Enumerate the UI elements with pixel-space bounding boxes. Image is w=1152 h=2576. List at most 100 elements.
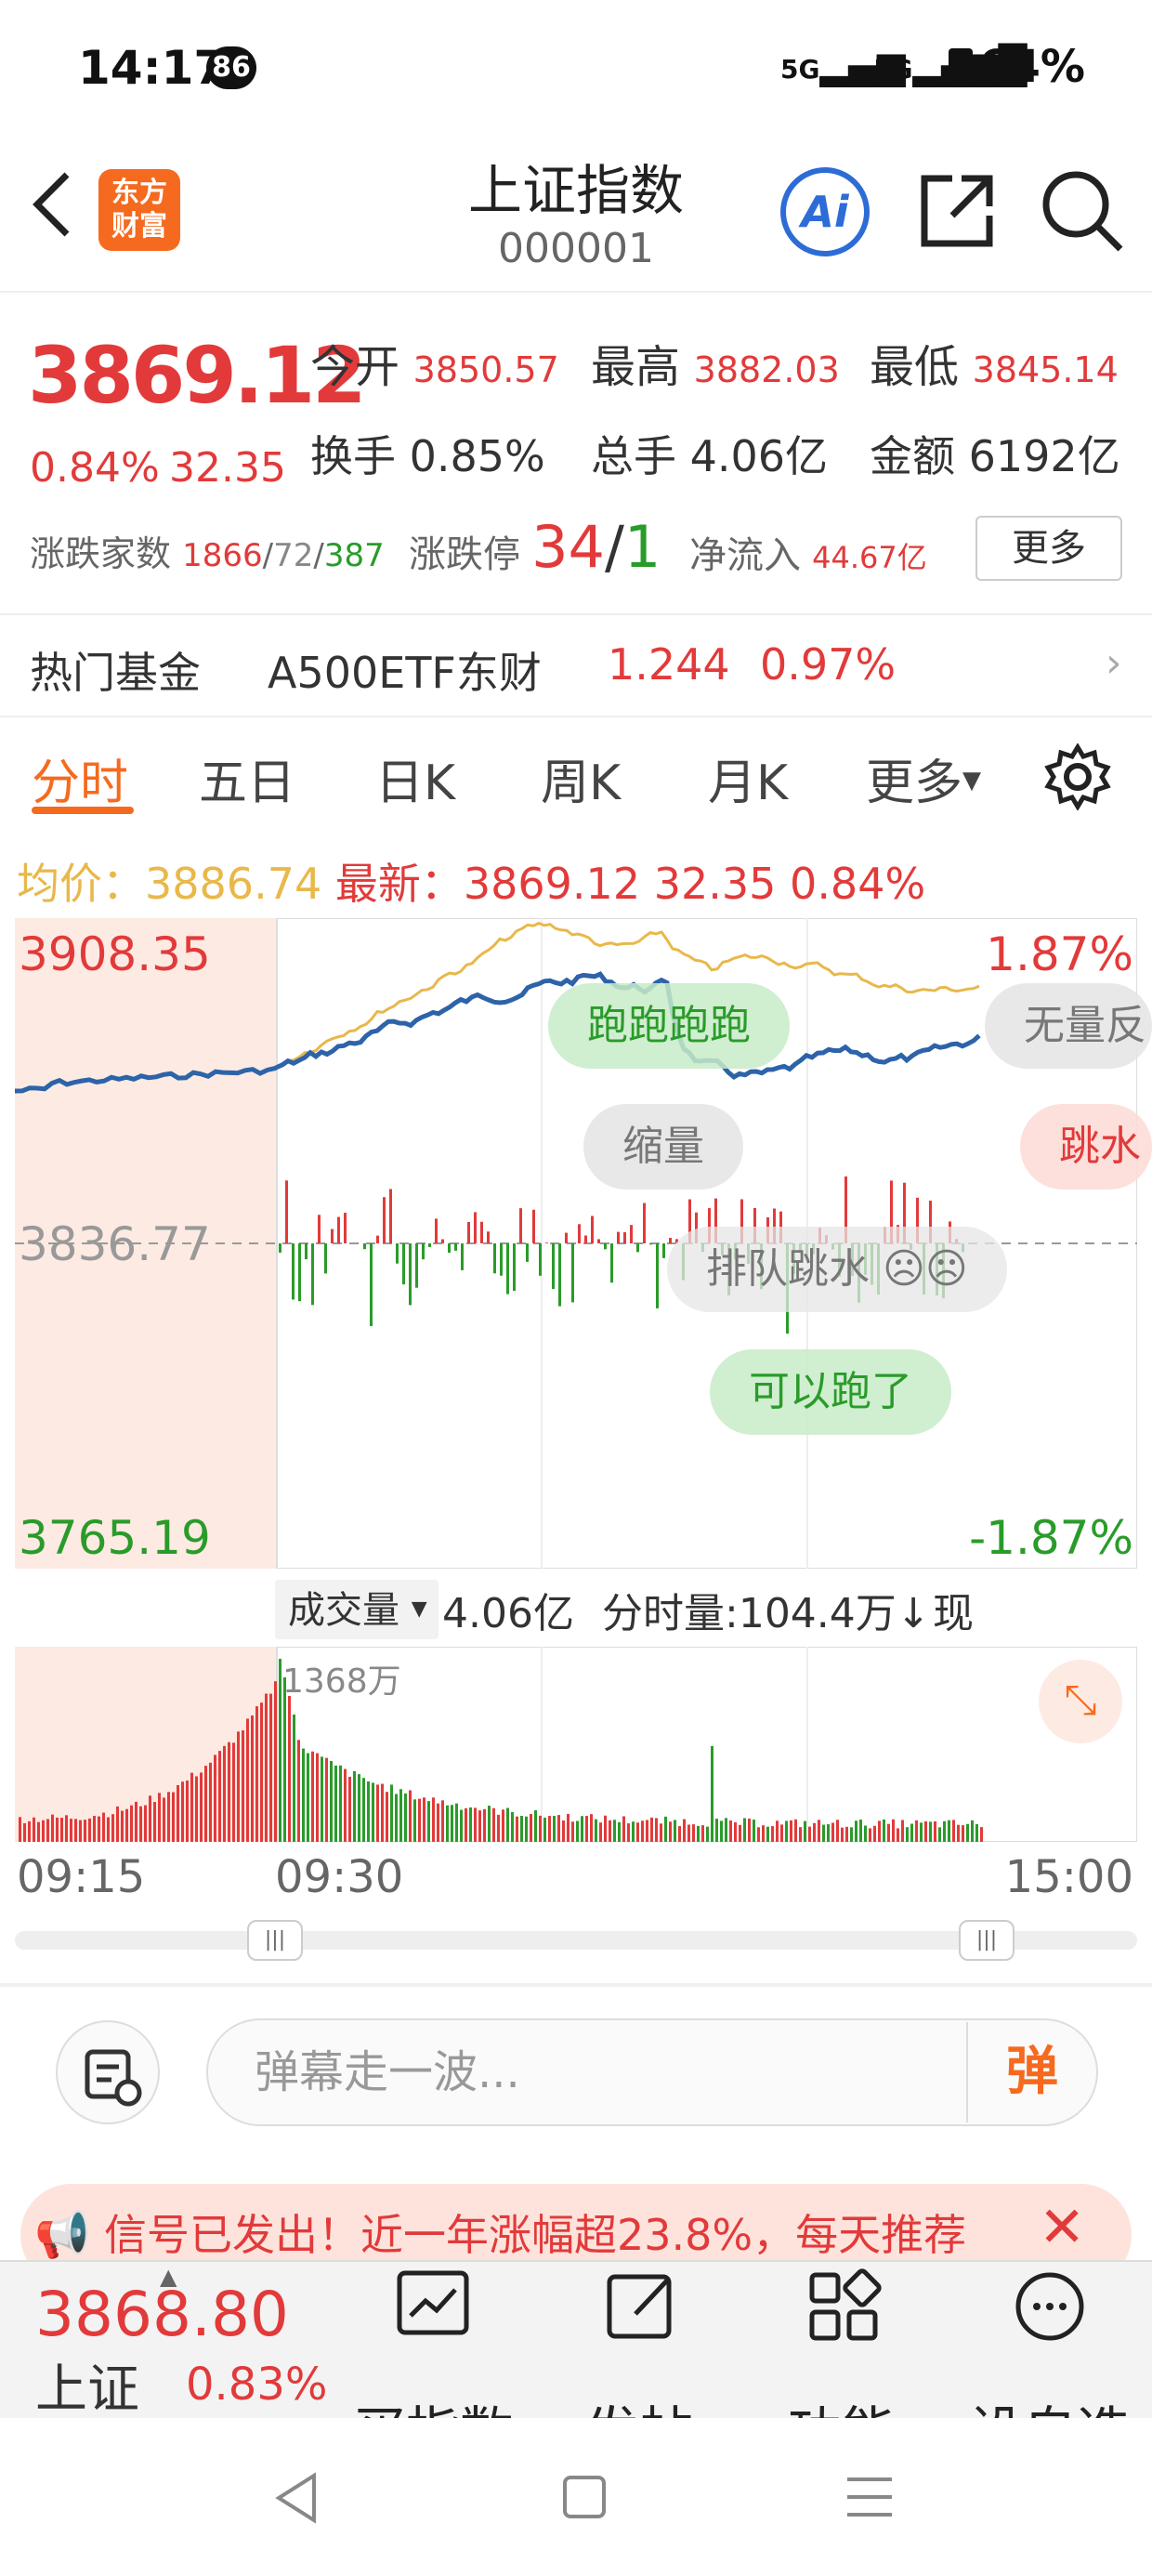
volume-bar — [534, 1809, 537, 1842]
volume-selector[interactable]: 成交量 ▼ — [275, 1580, 439, 1639]
danmaku-toggle-icon[interactable] — [56, 2020, 160, 2124]
nav-home-icon[interactable] — [561, 2474, 608, 2524]
chevron-right-icon[interactable]: › — [1106, 639, 1122, 687]
volume-bar — [325, 1757, 328, 1842]
volume-bar — [88, 1818, 91, 1842]
danmaku-bubble: 可以跑了 — [710, 1349, 951, 1435]
volume-bar — [33, 1817, 35, 1842]
volume-bar — [358, 1774, 360, 1842]
tab-five-day[interactable]: 五日 — [199, 743, 295, 813]
tick-bar — [571, 1243, 574, 1303]
volume-bar — [739, 1824, 741, 1842]
volume-bar — [948, 1820, 950, 1842]
volume-bar — [901, 1820, 904, 1842]
volume-bar — [446, 1805, 449, 1842]
volume-bar — [539, 1815, 542, 1842]
volume-bar — [465, 1807, 467, 1842]
share-icon[interactable] — [915, 169, 999, 256]
volume-bar — [111, 1814, 114, 1842]
tick-bar — [409, 1243, 412, 1306]
volume-bar — [808, 1826, 811, 1842]
volume-bar — [641, 1820, 644, 1842]
volume-bar — [84, 1820, 86, 1842]
battery-icon — [949, 48, 974, 85]
tick-bar — [578, 1224, 581, 1243]
divider — [0, 613, 1152, 615]
volume-bar — [845, 1826, 848, 1842]
volume-bar — [692, 1824, 695, 1842]
danmaku-input[interactable]: 弹幕走一波... — [206, 2018, 1098, 2126]
volume-bar — [237, 1731, 240, 1842]
tick-bar — [298, 1243, 301, 1302]
expand-icon[interactable]: ⤡ — [1039, 1660, 1122, 1743]
volume-bar — [130, 1805, 133, 1842]
volume-bar — [757, 1827, 760, 1842]
volume-bar — [766, 1826, 769, 1842]
volume-bar — [646, 1820, 648, 1842]
tick-bar — [630, 1225, 633, 1243]
volume-bar — [957, 1824, 960, 1842]
fund-name[interactable]: A500ETF东财 — [268, 639, 542, 701]
volume-bar — [599, 1822, 602, 1842]
volume-bar — [316, 1753, 319, 1842]
tick-bar — [591, 1216, 594, 1243]
search-icon[interactable] — [1039, 167, 1128, 260]
volume-bar — [804, 1820, 806, 1842]
tick-bar — [331, 1229, 334, 1243]
tab-more[interactable]: 更多▼ — [866, 743, 981, 813]
tick-bar — [337, 1216, 340, 1243]
volume-bar — [158, 1793, 161, 1842]
volume-bar — [23, 1822, 26, 1842]
close-notice-icon[interactable]: ✕ — [1039, 2195, 1085, 2260]
volume-bar — [799, 1827, 802, 1842]
volume-bar — [460, 1809, 463, 1842]
volume-bar — [190, 1772, 193, 1842]
danmaku-send-button[interactable]: 弹 — [966, 2022, 1096, 2123]
volume-bar — [269, 1693, 272, 1842]
settings-gear-icon[interactable] — [1044, 743, 1111, 814]
ai-button[interactable]: Ai — [780, 167, 870, 256]
volume-bar — [478, 1810, 481, 1842]
volume-bar — [181, 1781, 184, 1842]
volume-bar — [455, 1803, 458, 1842]
tab-daily-k[interactable]: 日K — [375, 743, 455, 813]
volume-bar — [339, 1765, 342, 1842]
volume-bar — [664, 1816, 667, 1842]
tab-monthly-k[interactable]: 月K — [708, 743, 788, 813]
volume-bar — [841, 1827, 844, 1842]
breadth-field: 涨跌家数 1866/72/387 — [30, 533, 385, 574]
volume-bar — [530, 1814, 532, 1842]
volume-bar — [780, 1824, 783, 1842]
volume-bar — [818, 1820, 820, 1842]
tick-bar — [545, 1242, 548, 1243]
volume-bar — [469, 1807, 472, 1842]
volume-bar — [497, 1814, 500, 1842]
nav-back-icon[interactable] — [273, 2472, 320, 2528]
y-axis-pct-min: -1.87% — [969, 1511, 1133, 1565]
volume-bar — [525, 1816, 528, 1842]
tick-bar — [363, 1243, 366, 1250]
tab-intraday[interactable]: 分时 — [32, 743, 128, 813]
volume-bar — [427, 1801, 430, 1842]
volume-chart[interactable] — [15, 1647, 1137, 1842]
volume-bar — [102, 1812, 105, 1842]
volume-bar — [255, 1706, 258, 1842]
volume-bar — [975, 1823, 978, 1842]
volume-bar — [19, 1817, 21, 1842]
range-handle-left[interactable]: ||| — [247, 1920, 303, 1961]
tick-bar — [493, 1243, 496, 1274]
volume-bar — [307, 1753, 309, 1842]
tick-bar — [435, 1218, 438, 1243]
tab-weekly-k[interactable]: 周K — [541, 743, 621, 813]
tick-bar — [662, 1243, 665, 1258]
range-handle-right[interactable]: ||| — [959, 1920, 1015, 1961]
volume-bar — [186, 1781, 189, 1842]
volume-bar — [386, 1792, 388, 1842]
volume-bar — [195, 1776, 198, 1842]
more-button[interactable]: 更多 — [975, 516, 1122, 581]
price-pct: 0.84% — [30, 444, 160, 492]
nav-menu-icon[interactable] — [844, 2474, 896, 2524]
volume-bar — [274, 1681, 277, 1842]
volume-bar — [321, 1756, 323, 1842]
volume-bar — [878, 1820, 881, 1842]
